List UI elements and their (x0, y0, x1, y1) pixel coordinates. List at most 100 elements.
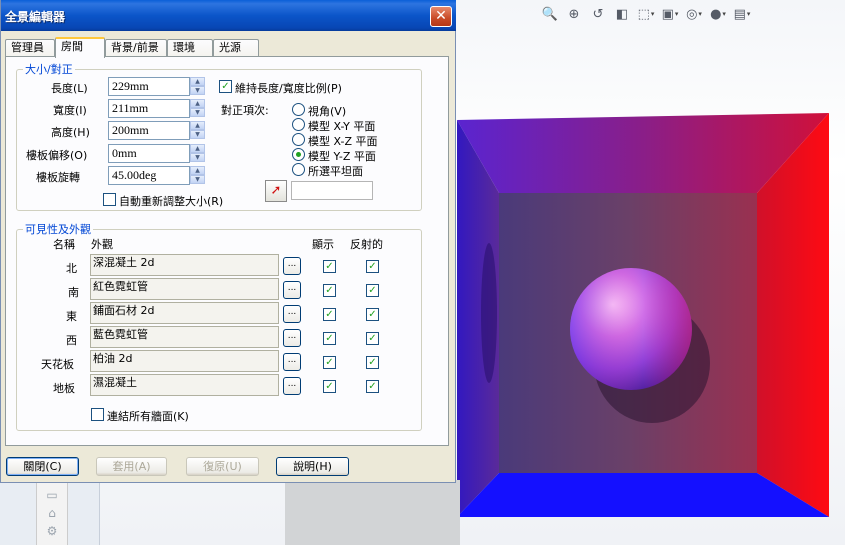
browse-button-west[interactable]: ... (283, 329, 301, 347)
hide-show-icon[interactable]: ◎ ▾ (684, 4, 704, 24)
link-walls-label: 連結所有牆面(K) (107, 410, 189, 423)
show-checkbox-east[interactable]: ✓ (323, 308, 336, 321)
reflect-checkbox-east[interactable]: ✓ (366, 308, 379, 321)
previous-view-icon[interactable]: ↺ (588, 4, 608, 24)
arrow-select-icon: ➚ (270, 183, 282, 198)
height-label: 高度(H) (51, 126, 90, 139)
col-reflect-header: 反射的 (350, 238, 383, 251)
scene-icon[interactable]: ▤ ▾ (732, 4, 752, 24)
reflect-checkbox-north[interactable]: ✓ (366, 260, 379, 273)
reflect-checkbox-west[interactable]: ✓ (366, 332, 379, 345)
reflect-checkbox-south[interactable]: ✓ (366, 284, 379, 297)
align-option-yz: 模型 Y-Z 平面 (308, 150, 376, 163)
reflect-checkbox-ceiling[interactable]: ✓ (366, 356, 379, 369)
align-option-view: 視角(V) (308, 105, 347, 118)
dialog-title-bar[interactable]: 全景編輯器 ✕ (1, 0, 456, 31)
browse-button-floor[interactable]: ... (283, 377, 301, 395)
floor-rotation-label: 樓板旋轉 (36, 171, 80, 184)
align-radio-yz[interactable] (292, 148, 305, 161)
length-spinner[interactable]: ▲ ▼ (190, 77, 205, 96)
view-toolbar: 🔍 ⊕ ↺ ◧ ⬚ ▾ ▣ ▾ ◎ ▾ ● ▾ ▤ ▾ (540, 2, 752, 26)
selected-face-field[interactable] (291, 181, 373, 200)
dialog-title: 全景編輯器 (5, 10, 66, 24)
appearance-field-east: 鋪面石材 2d (90, 302, 279, 324)
align-radio-face[interactable] (292, 163, 305, 176)
keep-ratio-label: 維持長度/寬度比例(P) (235, 82, 342, 95)
tab-background[interactable]: 背景/前景 (105, 39, 167, 57)
wall-name-west: 西 (66, 334, 77, 347)
auto-resize-checkbox[interactable] (103, 193, 116, 206)
height-input[interactable]: 200mm (108, 121, 190, 140)
floor-rotation-input[interactable]: 45.00deg (108, 166, 190, 185)
tab-manager[interactable]: 管理員 (5, 39, 55, 57)
link-walls-checkbox[interactable] (91, 408, 104, 421)
gear-icon[interactable]: ⚙ (44, 524, 60, 538)
zoom-fit-icon[interactable]: 🔍 (540, 4, 560, 24)
col-name-header: 名稱 (53, 238, 75, 251)
section-view-icon[interactable]: ◧ (612, 4, 632, 24)
zoom-area-icon[interactable]: ⊕ (564, 4, 584, 24)
appearance-field-ceiling: 柏油 2d (90, 350, 279, 372)
tab-environment[interactable]: 環境 (167, 39, 213, 57)
room-3d-preview (457, 113, 829, 517)
status-area (285, 480, 460, 545)
view-orientation-icon[interactable]: ⬚ ▾ (636, 4, 656, 24)
length-label: 長度(L) (51, 82, 88, 95)
close-window-button[interactable]: ✕ (430, 6, 452, 27)
reset-button[interactable]: 復原(U) (186, 457, 259, 476)
floor-offset-input[interactable]: 0mm (108, 144, 190, 163)
display-style-icon[interactable]: ▣ ▾ (660, 4, 680, 24)
browse-button-ceiling[interactable]: ... (283, 353, 301, 371)
reflect-checkbox-floor[interactable]: ✓ (366, 380, 379, 393)
browse-button-south[interactable]: ... (283, 281, 301, 299)
close-button[interactable]: 關閉(C) (6, 457, 79, 476)
wall-name-east: 東 (66, 310, 77, 323)
wall-name-floor: 地板 (53, 382, 75, 395)
wall-name-ceiling: 天花板 (41, 358, 74, 371)
edit-appearance-icon[interactable]: ● ▾ (708, 4, 728, 24)
visibility-legend: 可見性及外觀 (25, 223, 91, 236)
show-checkbox-west[interactable]: ✓ (323, 332, 336, 345)
align-option-xy: 模型 X-Y 平面 (308, 120, 376, 133)
wall-name-south: 南 (68, 286, 79, 299)
scene-editor-dialog: 全景編輯器 ✕ 管理員 房間 背景/前景 環境 光源 大小/對正 長度(L) 2… (0, 0, 456, 483)
appearance-field-west: 藍色霓虹管 (90, 326, 279, 348)
tab-room[interactable]: 房間 (55, 37, 105, 58)
width-label: 寬度(I) (53, 104, 87, 117)
help-button[interactable]: 說明(H) (276, 457, 349, 476)
select-face-button[interactable]: ➚ (265, 180, 287, 202)
room-tab-panel: 大小/對正 長度(L) 229mm ▲ ▼ 寬度(I) 211mm ▲ ▼ 高度(H… (5, 56, 449, 446)
show-checkbox-south[interactable]: ✓ (323, 284, 336, 297)
height-spinner[interactable]: ▲ ▼ (190, 121, 205, 140)
floor-offset-label: 樓板偏移(O) (26, 149, 88, 162)
size-align-legend: 大小/對正 (25, 63, 73, 76)
keep-ratio-checkbox[interactable]: ✓ (219, 80, 232, 93)
apply-button[interactable]: 套用(A) (96, 457, 167, 476)
align-radio-view[interactable] (292, 103, 305, 116)
show-checkbox-ceiling[interactable]: ✓ (323, 356, 336, 369)
align-option-face: 所選平坦面 (308, 165, 363, 178)
floor-rotation-spinner[interactable]: ▲ ▼ (190, 166, 205, 185)
appearance-field-north: 深混凝土 2d (90, 254, 279, 276)
browse-button-north[interactable]: ... (283, 257, 301, 275)
auto-resize-label: 自動重新調整大小(R) (119, 195, 224, 208)
tab-lights[interactable]: 光源 (213, 39, 259, 57)
length-input[interactable]: 229mm (108, 77, 190, 96)
col-show-header: 顯示 (312, 238, 334, 251)
align-radio-xz[interactable] (292, 133, 305, 146)
part-icon[interactable]: ▭ (44, 488, 60, 502)
col-appearance-header: 外觀 (91, 238, 113, 251)
wall-name-north: 北 (66, 262, 77, 275)
show-checkbox-north[interactable]: ✓ (323, 260, 336, 273)
appearance-field-floor: 濕混凝土 (90, 374, 279, 396)
floor-offset-spinner[interactable]: ▲ ▼ (190, 144, 205, 163)
align-radio-xy[interactable] (292, 118, 305, 131)
show-checkbox-floor[interactable]: ✓ (323, 380, 336, 393)
feature-tree-strip: ▭ ⌂ ⚙ (0, 480, 100, 545)
align-option-xz: 模型 X-Z 平面 (308, 135, 378, 148)
appearance-field-south: 紅色霓虹管 (90, 278, 279, 300)
home-icon[interactable]: ⌂ (44, 506, 60, 520)
browse-button-east[interactable]: ... (283, 305, 301, 323)
width-input[interactable]: 211mm (108, 99, 190, 118)
width-spinner[interactable]: ▲ ▼ (190, 99, 205, 118)
